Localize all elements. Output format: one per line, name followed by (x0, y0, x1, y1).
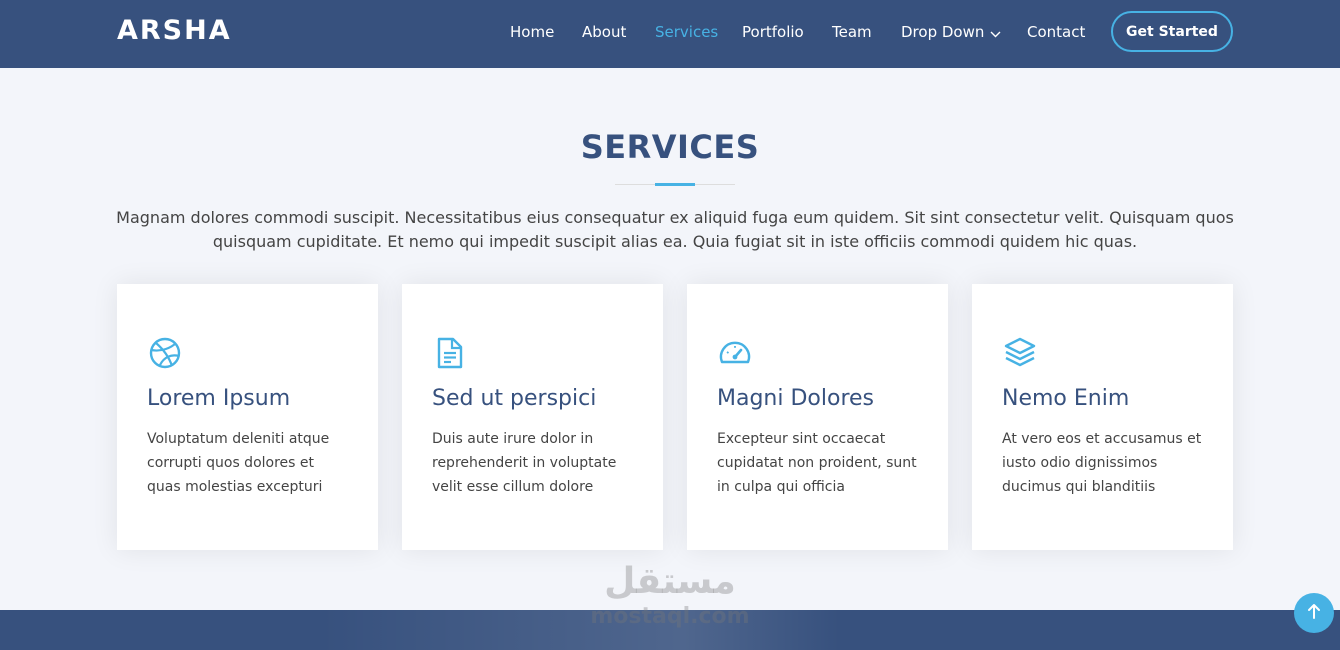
nav-contact[interactable]: Contact (1027, 22, 1085, 42)
band-background-image (320, 610, 840, 650)
service-title[interactable]: Magni Dolores (717, 384, 874, 414)
dribbble-icon (147, 335, 183, 371)
back-to-top-button[interactable] (1294, 593, 1334, 633)
site-header: ARSHA Home About Services Portfolio Team… (0, 0, 1340, 68)
file-text-icon (432, 335, 468, 371)
nav-dropdown-label: Drop Down (901, 23, 985, 41)
service-title[interactable]: Sed ut perspici (432, 384, 596, 414)
service-card[interactable]: Magni Dolores Excepteur sint occaecat cu… (687, 284, 948, 550)
watermark-latin: mostaql.com (590, 604, 750, 629)
nav-dropdown[interactable]: Drop Down (901, 22, 1001, 43)
title-divider-accent (655, 183, 695, 186)
service-text: Excepteur sint occaecat cupidatat non pr… (717, 431, 917, 495)
service-text: Voluptatum deleniti atque corrupti quos … (147, 431, 330, 495)
watermark-arabic: مستقل (604, 561, 736, 602)
arrow-up-icon (1307, 603, 1321, 623)
nav-portfolio[interactable]: Portfolio (742, 22, 804, 42)
get-started-button[interactable]: Get Started (1111, 11, 1233, 52)
service-text: Duis aute irure dolor in reprehenderit i… (432, 431, 617, 495)
service-title[interactable]: Nemo Enim (1002, 384, 1129, 414)
chevron-down-icon (990, 23, 1001, 43)
service-card[interactable]: Nemo Enim At vero eos et accusamus et iu… (972, 284, 1233, 550)
layers-icon (1002, 335, 1038, 371)
watermark: مستقل mostaql.com (590, 560, 750, 630)
service-title[interactable]: Lorem Ipsum (147, 384, 290, 414)
section-title: SERVICES (580, 128, 760, 166)
service-text: At vero eos et accusamus et iusto odio d… (1002, 431, 1202, 495)
nav-about[interactable]: About (582, 22, 626, 42)
nav-home[interactable]: Home (510, 22, 554, 42)
speedometer-icon (717, 335, 753, 371)
service-card[interactable]: Lorem Ipsum Voluptatum deleniti atque co… (117, 284, 378, 550)
site-logo[interactable]: ARSHA (117, 14, 232, 48)
service-card[interactable]: Sed ut perspici Duis aute irure dolor in… (402, 284, 663, 550)
nav-services[interactable]: Services (655, 22, 718, 42)
nav-team[interactable]: Team (832, 22, 872, 42)
section-description: Magnam dolores commodi suscipit. Necessi… (116, 208, 1234, 251)
